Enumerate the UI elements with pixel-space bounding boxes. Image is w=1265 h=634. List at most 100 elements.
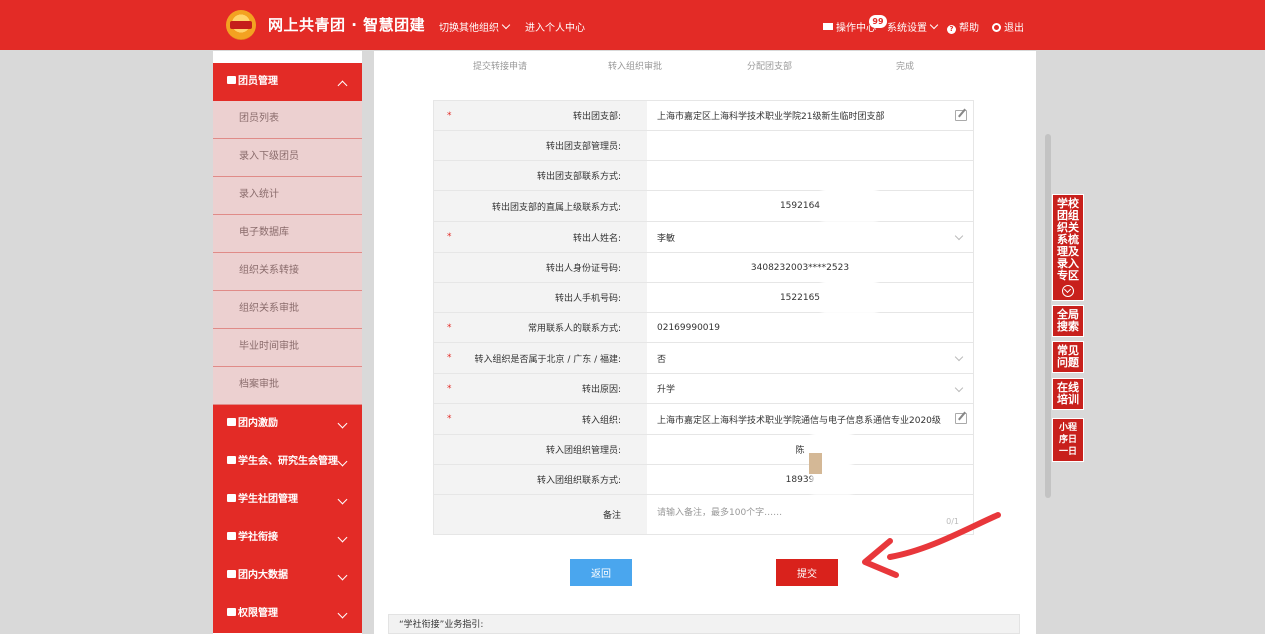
- brand-title: 网上共青团 · 智慧团建: [268, 16, 426, 34]
- sidebar-item[interactable]: 录入统计: [213, 177, 362, 215]
- chevron-down-circle-icon: [1062, 285, 1074, 297]
- form-row: 转出团支部联系方式:: [433, 161, 974, 191]
- sidebar-item[interactable]: 组织关系转接: [213, 253, 362, 291]
- form-row: 转出团支部: * 上海市嘉定区上海科学技术职业学院21级新生临时团支部: [433, 100, 974, 131]
- users-icon: [227, 456, 236, 464]
- folder-icon: [227, 570, 236, 578]
- step-label: 完成: [896, 62, 915, 72]
- step-label: 提交转接申请: [473, 62, 528, 72]
- field-label: 常用联系人的联系方式:: [434, 313, 647, 342]
- help-link[interactable]: ? 帮助: [947, 19, 979, 34]
- required-mark: *: [447, 110, 452, 121]
- required-mark: *: [447, 353, 452, 363]
- sidebar-section[interactable]: 权限管理: [213, 595, 362, 633]
- form-row: 转出团支部管理员:: [433, 131, 974, 161]
- region-select[interactable]: 否: [647, 343, 973, 373]
- sidebar-section-member-management[interactable]: 团员管理: [213, 63, 362, 101]
- id-number-field: 3408232003****2523: [750, 262, 850, 273]
- sidebar-item[interactable]: 团员列表: [213, 101, 362, 139]
- required-mark: *: [447, 414, 452, 424]
- org-relation-zone-tab[interactable]: 学校团组织关系梳理及录入专区: [1052, 194, 1084, 301]
- back-button[interactable]: 返回: [570, 559, 632, 586]
- scrollbar[interactable]: [1045, 134, 1051, 498]
- faq-tab[interactable]: 常见问题: [1052, 341, 1084, 373]
- users-icon: [227, 494, 236, 502]
- field-label: 转出人身份证号码:: [434, 253, 647, 282]
- sidebar-item[interactable]: 电子数据库: [213, 215, 362, 253]
- chevron-down-icon: [337, 570, 348, 581]
- form-row: 常用联系人的联系方式: * 02169990019: [433, 313, 974, 343]
- transfer-out-branch-field[interactable]: 上海市嘉定区上海科学技术职业学院21级新生临时团支部: [647, 101, 973, 130]
- users-icon: [227, 76, 236, 84]
- annotation-arrow-icon: [862, 512, 1001, 578]
- sidebar-item[interactable]: 录入下级团员: [213, 139, 362, 177]
- org-chart-icon: [227, 418, 236, 426]
- mail-icon: [823, 23, 833, 30]
- submit-button[interactable]: 提交: [776, 559, 838, 586]
- field-label: 转入组织:: [434, 404, 647, 434]
- field-label: 转入团组织管理员:: [434, 435, 647, 464]
- field-label: 转入组织是否属于北京 / 广东 / 福建:: [434, 343, 647, 373]
- system-settings-link[interactable]: 系统设置: [887, 19, 939, 34]
- sidebar-section[interactable]: 学社衔接: [213, 519, 362, 557]
- chevron-down-icon: [501, 20, 511, 30]
- required-mark: *: [447, 322, 452, 333]
- chevron-down-icon: [337, 532, 348, 543]
- chevron-down-icon: [929, 20, 939, 30]
- top-header: [0, 0, 1265, 50]
- transfer-in-org-field[interactable]: 上海市嘉定区上海科学技术职业学院通信与电子信息系通信专业2020级: [647, 404, 973, 434]
- chevron-down-icon: [337, 456, 348, 467]
- phone-field: 1522165: [779, 292, 821, 303]
- users-icon: [227, 608, 236, 616]
- sidebar-section[interactable]: 学生会、研究生会管理: [213, 443, 362, 481]
- step-label: 分配团支部: [747, 62, 793, 72]
- chevron-down-icon: [337, 494, 348, 505]
- chevron-down-icon: [337, 608, 348, 619]
- field-label: 转出团支部的直属上级联系方式:: [434, 191, 647, 221]
- sidebar-item[interactable]: 组织关系审批: [213, 291, 362, 329]
- form-row: 转出团支部的直属上级联系方式: 1592164: [433, 191, 974, 222]
- sidebar-item[interactable]: 档案审批: [213, 367, 362, 405]
- common-contact-field[interactable]: 02169990019: [647, 313, 973, 342]
- required-mark: *: [447, 383, 452, 394]
- step-label: 转入组织审批: [608, 62, 663, 72]
- privacy-blur: [822, 277, 877, 315]
- sidebar: 团员管理 团员列表 录入下级团员 录入统计 电子数据库 组织关系转接 组织关系审…: [213, 51, 362, 634]
- help-icon: ?: [947, 25, 956, 34]
- sidebar-section[interactable]: 团内大数据: [213, 557, 362, 595]
- form-row: 转入组织是否属于北京 / 广东 / 福建: * 否: [433, 343, 974, 374]
- switch-org-link[interactable]: 切换其他组织: [439, 19, 511, 34]
- reason-select[interactable]: 升学: [647, 374, 973, 403]
- field-label: 转出团支部:: [434, 101, 647, 130]
- form-row: 转入团组织管理员: 陈: [433, 435, 974, 465]
- logout-link[interactable]: 退出: [992, 19, 1024, 34]
- sidebar-item[interactable]: 毕业时间审批: [213, 329, 362, 367]
- mini-program-tab[interactable]: 小程序日一日: [1052, 418, 1084, 462]
- name-field[interactable]: 李敏: [647, 222, 973, 252]
- sidebar-section[interactable]: 学生社团管理: [213, 481, 362, 519]
- edit-icon[interactable]: [955, 413, 967, 424]
- field-label: 转出团支部联系方式:: [434, 161, 647, 190]
- list-icon: [227, 532, 236, 540]
- sidebar-section[interactable]: 团内激励: [213, 405, 362, 443]
- field-label: 备注: [434, 495, 647, 534]
- form-row: 转入组织: * 上海市嘉定区上海科学技术职业学院通信与电子信息系通信专业2020…: [433, 404, 974, 435]
- privacy-mosaic: [809, 453, 822, 474]
- field-label: 转出团支部管理员:: [434, 131, 647, 160]
- form-row: 转出人姓名: * 李敏: [433, 222, 974, 253]
- privacy-blur: [822, 185, 877, 223]
- online-training-tab[interactable]: 在线培训: [1052, 378, 1084, 410]
- chevron-up-icon: [337, 80, 348, 91]
- global-search-tab[interactable]: 全局搜索: [1052, 305, 1084, 337]
- business-guide: “学社衔接”业务指引:: [388, 614, 1020, 634]
- form-row: 转入团组织联系方式: 18939: [433, 465, 974, 495]
- superior-contact-field: 1592164: [779, 201, 821, 211]
- branch-admin-field: [647, 131, 973, 160]
- field-label: 转出人姓名:: [434, 222, 647, 252]
- notification-badge: 99: [869, 15, 887, 28]
- branch-contact-field: [647, 161, 973, 190]
- field-label: 转出人手机号码:: [434, 283, 647, 312]
- edit-icon[interactable]: [955, 110, 967, 121]
- personal-center-link[interactable]: 进入个人中心: [525, 19, 585, 34]
- required-mark: *: [447, 232, 452, 242]
